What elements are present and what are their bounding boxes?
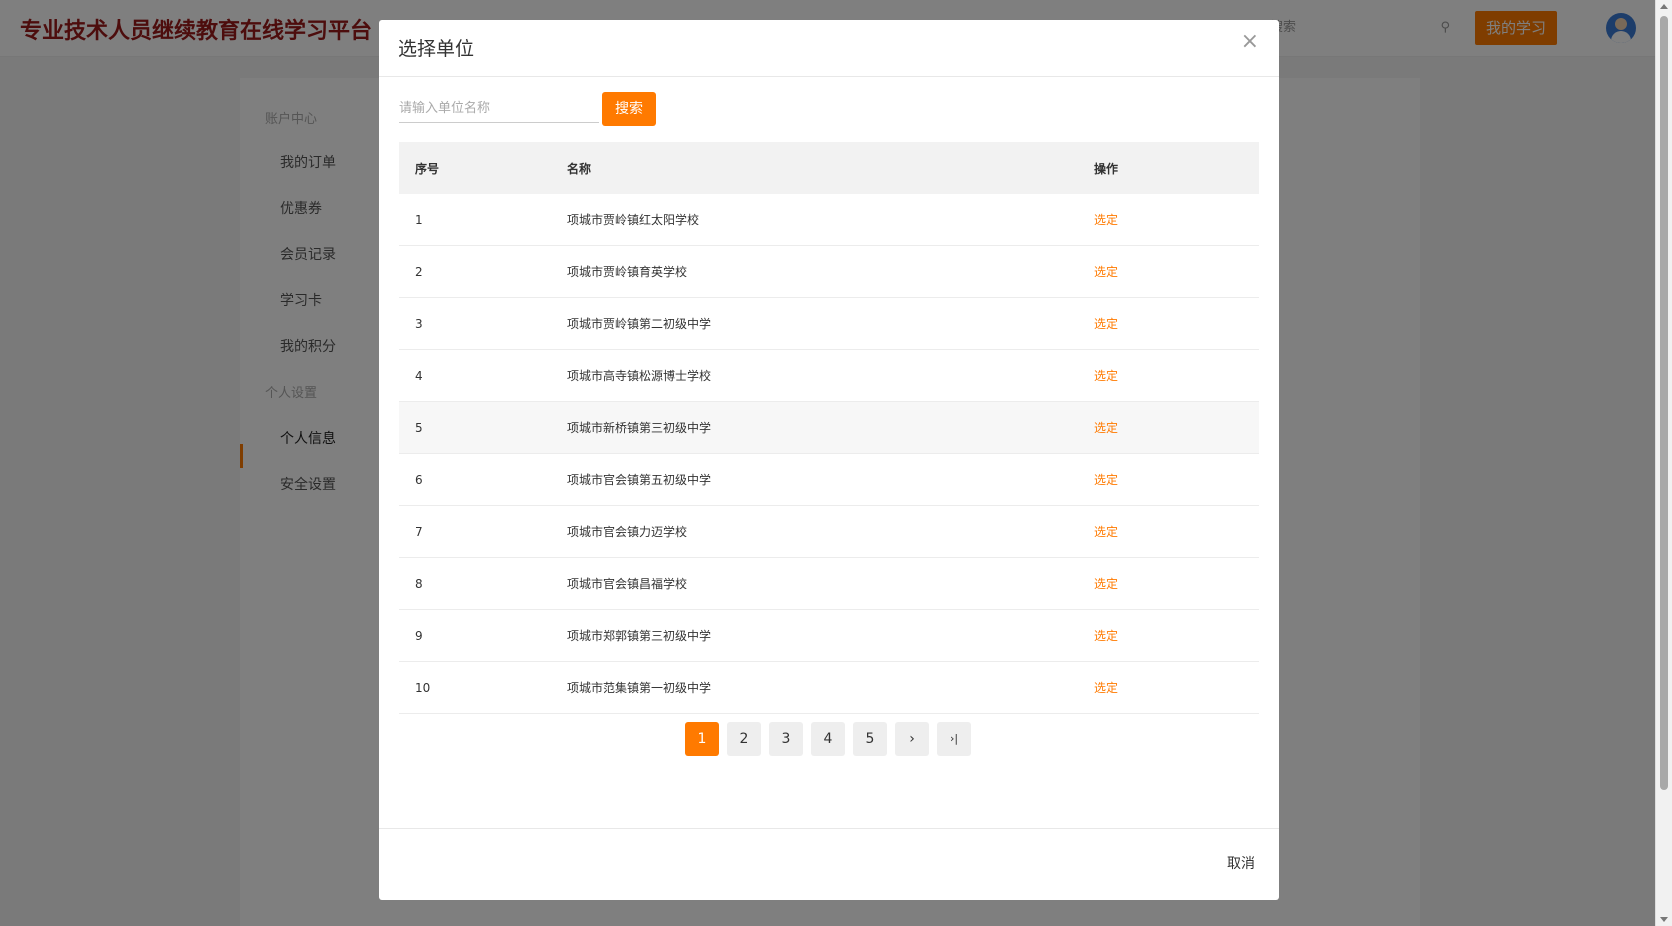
row-unit-name: 项城市贾岭镇育英学校 [566, 245, 1093, 298]
select-unit-link[interactable]: 选定 [1094, 525, 1118, 539]
table-row: 7 项城市官会镇力迈学校 选定 [399, 505, 1259, 558]
last-page-icon[interactable]: ›| [937, 722, 971, 756]
search-button[interactable]: 搜索 [602, 92, 656, 126]
dialog-header: 选择单位 × [379, 20, 1279, 77]
close-icon[interactable]: × [1241, 30, 1259, 54]
select-unit-dialog: 选择单位 × 搜索 序号 名称 操作 1 项城市贾岭镇红太阳学校 选定 2 项城… [379, 20, 1279, 900]
row-unit-name: 项城市贾岭镇红太阳学校 [566, 194, 1093, 246]
column-header-name: 名称 [567, 161, 592, 176]
select-unit-link[interactable]: 选定 [1094, 369, 1118, 383]
select-unit-link[interactable]: 选定 [1094, 629, 1118, 643]
row-index: 5 [399, 401, 566, 454]
row-unit-name: 项城市官会镇力迈学校 [566, 505, 1093, 558]
select-unit-link[interactable]: 选定 [1094, 473, 1118, 487]
row-unit-name: 项城市新桥镇第三初级中学 [566, 401, 1093, 454]
next-page-icon[interactable]: › [895, 722, 929, 756]
table-row: 1 项城市贾岭镇红太阳学校 选定 [399, 194, 1259, 246]
row-index: 3 [399, 297, 566, 350]
select-unit-link[interactable]: 选定 [1094, 421, 1118, 435]
table-header-row: 序号 名称 操作 [399, 142, 1259, 194]
select-unit-link[interactable]: 选定 [1094, 317, 1118, 331]
row-unit-name: 项城市郑郭镇第三初级中学 [566, 609, 1093, 662]
select-unit-link[interactable]: 选定 [1094, 213, 1118, 227]
row-unit-name: 项城市高寺镇松源博士学校 [566, 349, 1093, 402]
dialog-title: 选择单位 [398, 38, 475, 60]
row-index: 8 [399, 557, 566, 610]
row-index: 6 [399, 453, 566, 506]
scrollbar-thumb[interactable] [1660, 16, 1668, 790]
row-unit-name: 项城市贾岭镇第二初级中学 [566, 297, 1093, 350]
table-row: 10 项城市范集镇第一初级中学 选定 [399, 661, 1259, 714]
row-index: 10 [399, 661, 566, 714]
column-header-action: 操作 [1094, 161, 1119, 176]
column-header-index: 序号 [415, 161, 440, 176]
table-row: 6 项城市官会镇第五初级中学 选定 [399, 453, 1259, 506]
table-row: 3 项城市贾岭镇第二初级中学 选定 [399, 297, 1259, 350]
row-unit-name: 项城市官会镇第五初级中学 [566, 453, 1093, 506]
page-scrollbar[interactable] [1655, 0, 1672, 926]
table-row: 2 项城市贾岭镇育英学校 选定 [399, 245, 1259, 298]
row-index: 7 [399, 505, 566, 558]
dialog-footer: 取消 [379, 828, 1279, 901]
page-button-3[interactable]: 3 [769, 722, 803, 756]
table-row: 4 项城市高寺镇松源博士学校 选定 [399, 349, 1259, 402]
page-button-2[interactable]: 2 [727, 722, 761, 756]
row-index: 2 [399, 245, 566, 298]
row-unit-name: 项城市范集镇第一初级中学 [566, 661, 1093, 714]
table-row: 5 项城市新桥镇第三初级中学 选定 [399, 401, 1259, 454]
scroll-down-arrow-icon[interactable] [1660, 917, 1668, 922]
unit-search-input[interactable] [399, 92, 599, 123]
row-index: 1 [399, 194, 566, 246]
unit-table: 序号 名称 操作 1 项城市贾岭镇红太阳学校 选定 2 项城市贾岭镇育英学校 选… [399, 142, 1259, 714]
select-unit-link[interactable]: 选定 [1094, 577, 1118, 591]
page-button-4[interactable]: 4 [811, 722, 845, 756]
row-unit-name: 项城市官会镇昌福学校 [566, 557, 1093, 610]
unit-search-row: 搜索 [399, 92, 699, 126]
table-row: 8 项城市官会镇昌福学校 选定 [399, 557, 1259, 610]
select-unit-link[interactable]: 选定 [1094, 265, 1118, 279]
row-index: 9 [399, 609, 566, 662]
select-unit-link[interactable]: 选定 [1094, 681, 1118, 695]
table-row: 9 项城市郑郭镇第三初级中学 选定 [399, 609, 1259, 662]
row-index: 4 [399, 349, 566, 402]
scroll-up-arrow-icon[interactable] [1660, 4, 1668, 9]
cancel-button[interactable]: 取消 [1227, 853, 1255, 873]
page-button-5[interactable]: 5 [853, 722, 887, 756]
page-button-1[interactable]: 1 [685, 722, 719, 756]
